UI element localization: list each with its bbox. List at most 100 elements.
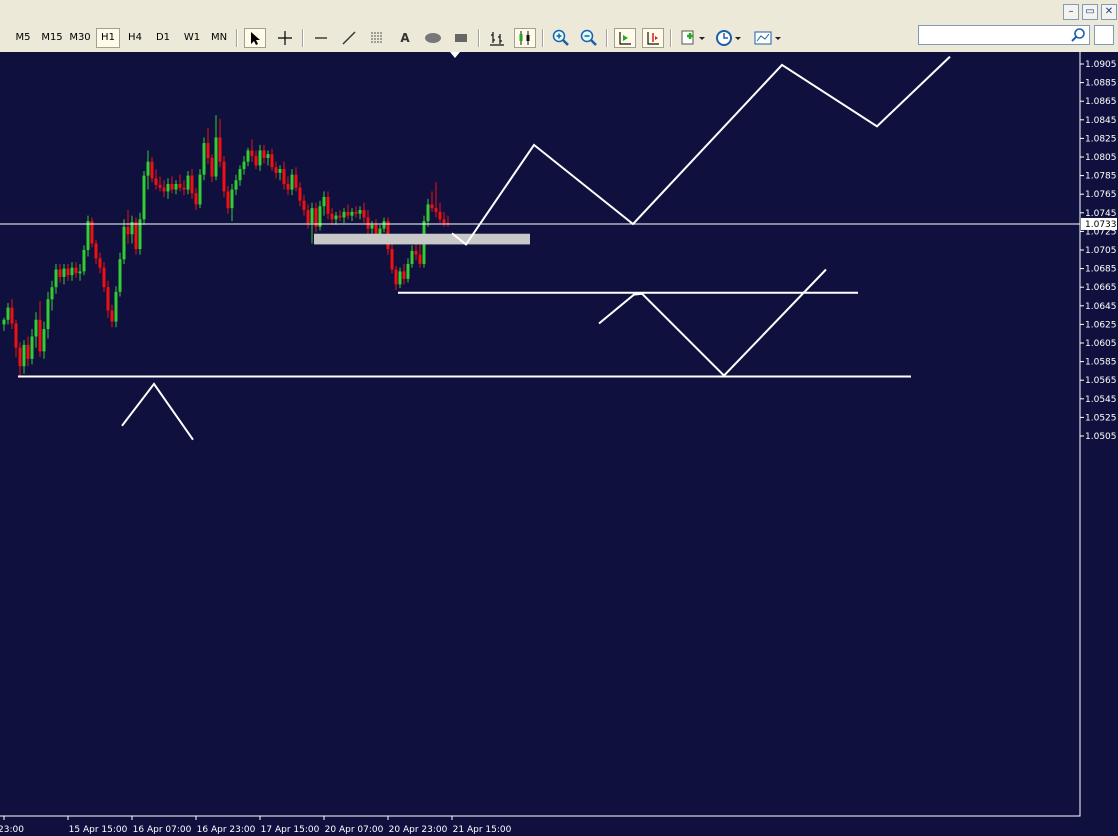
candle-body [98,258,102,268]
price-tick-label: 1.0745 [1085,209,1117,219]
close-button[interactable]: ✕ [1101,4,1117,20]
candle-body [66,268,70,276]
candle-body [262,150,266,158]
timeframe-w1[interactable]: W1 [180,28,204,48]
candle-body [158,184,162,188]
candle-body [82,250,86,272]
price-tick-label: 1.0885 [1085,79,1117,89]
new-chart-button[interactable] [678,28,708,48]
rectangle-button[interactable] [450,28,472,48]
templates-button[interactable] [752,28,784,48]
candle-body [194,193,198,205]
timeframe-m5[interactable]: M5 [12,28,34,48]
candlestick-icon [519,31,530,45]
timeframe-m15[interactable]: M15 [38,28,66,48]
time-tick-label: 21 Apr 15:00 [453,825,512,835]
candle-body [86,221,90,250]
search-icon[interactable] [1070,27,1086,43]
candle-body [434,208,438,212]
candle-body [214,137,218,177]
timeframe-d1[interactable]: D1 [152,28,174,48]
candle-body [438,211,442,220]
search-input[interactable] [918,25,1090,45]
candle-body [234,180,238,190]
restore-button[interactable]: ▭ [1082,4,1098,20]
cursor-button[interactable] [244,28,266,48]
price-tick-label: 1.0505 [1085,432,1117,442]
crosshair-button[interactable] [274,28,296,48]
candle-body [190,175,194,194]
bar-chart-button[interactable] [486,28,508,48]
minimize-button[interactable]: – [1063,4,1079,20]
trendline-button[interactable] [338,28,360,48]
candle-body [282,169,286,184]
candle-body [14,323,18,348]
toolbar-separator [302,29,304,47]
chart-shift-icon [647,32,659,45]
time-tick-label: 20 Apr 23:00 [389,825,448,835]
timeframe-mn[interactable]: MN [208,28,230,48]
candle-body [170,183,174,190]
price-tick-label: 1.0565 [1085,376,1117,386]
candle-body [410,250,414,264]
close-icon: ✕ [1104,6,1114,17]
candlestick-button[interactable] [514,28,536,48]
timeframe-m30[interactable]: M30 [68,28,92,48]
demand-zone-rectangle [314,233,530,245]
candle-body [286,183,290,190]
candle-body [146,161,150,176]
timeframe-h4[interactable]: H4 [124,28,146,48]
candle-body [122,226,126,260]
candle-body [90,221,94,244]
candle-body [182,187,186,190]
price-tick-label: 1.0545 [1085,395,1117,405]
candle-body [294,174,298,188]
price-tick-label: 1.0785 [1085,172,1117,182]
candle-body [186,175,190,190]
candle-body [326,196,330,214]
chart-shift-button[interactable] [642,28,664,48]
crosshair-icon [278,31,292,45]
candle-body [78,271,82,274]
periods-button[interactable] [714,28,744,48]
ellipse-button[interactable] [422,28,444,48]
price-tick-label: 1.0825 [1085,134,1117,144]
candle-body [94,243,98,259]
candle-body [322,196,326,207]
restore-icon: ▭ [1085,6,1095,17]
autoscroll-icon [619,32,631,45]
toolbar-separator [236,29,238,47]
candle-body [402,271,406,279]
candle-body [150,161,154,179]
candle-body [106,287,110,311]
zoom-in-button[interactable] [550,28,572,48]
candle-body [102,267,106,288]
new-chart-icon [681,30,705,45]
candle-body [126,226,130,235]
search-options-button[interactable] [1094,25,1114,45]
timeframe-h1[interactable]: H1 [96,28,120,48]
price-chart[interactable]: 1.0905 1.0885 1.0865 1.0845 1.0825 1.0805 1.07… [0,52,1118,836]
templates-icon [754,31,781,45]
candle-body [10,307,14,324]
candle-body [166,183,170,192]
text-tool-button[interactable]: A [394,28,416,48]
candle-body [18,347,22,367]
ellipse-icon [425,33,441,43]
window-title-strip: – ▭ ✕ [0,0,1118,25]
horizontal-line-button[interactable] [310,28,332,48]
candle-body [26,344,30,359]
candle-body [254,156,258,166]
candle-body [206,143,210,158]
autoscroll-button[interactable] [614,28,636,48]
candle-body [178,183,182,188]
candle-body [278,169,282,173]
fibonacci-button[interactable] [366,28,388,48]
zoom-out-button[interactable] [578,28,600,48]
candle-body [378,228,382,235]
price-tick-label: 1.0805 [1085,153,1117,163]
candle-body [202,143,206,175]
candle-body [226,191,230,209]
candle-body [142,175,146,220]
price-axis: 1.0905 1.0885 1.0865 1.0845 1.0825 1.0805 1.07… [1080,60,1117,442]
